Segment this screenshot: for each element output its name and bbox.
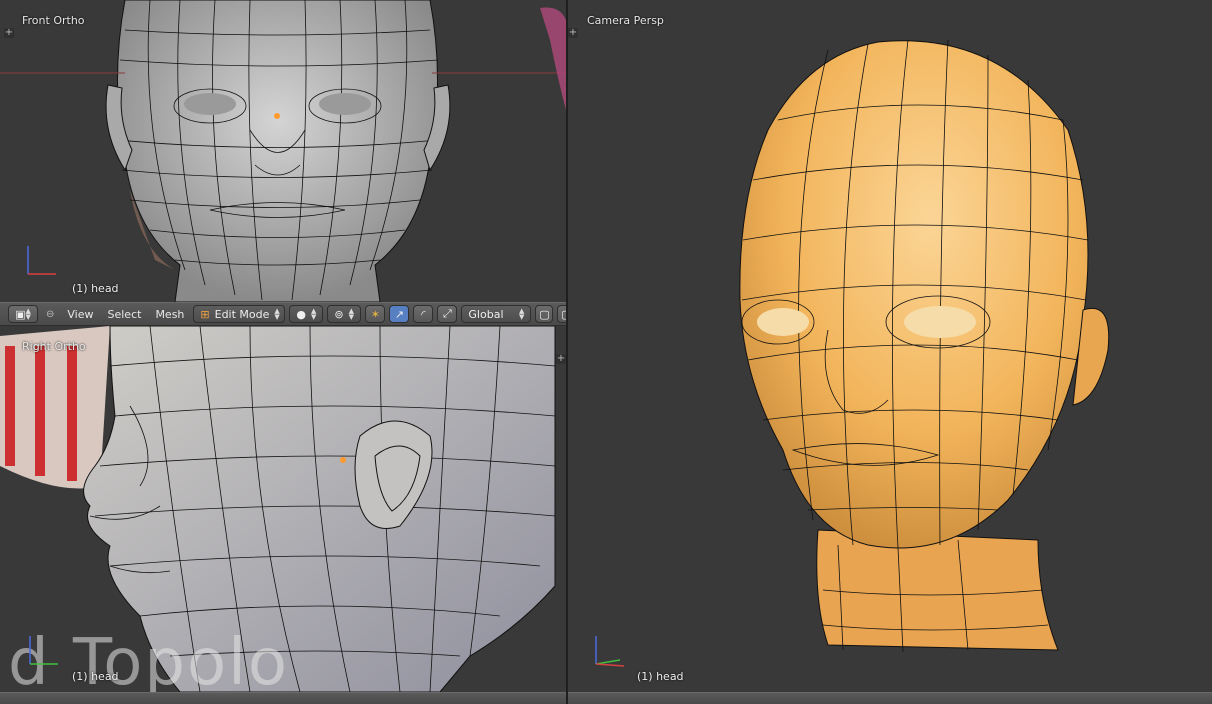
layer-icon[interactable]: ▢: [535, 305, 554, 323]
viewport-front-ortho[interactable]: Front Ortho + (1) head: [0, 0, 566, 302]
viewport-right-ortho[interactable]: Right Ortho + d Topolo (1) head: [0, 326, 566, 692]
viewport-header-front: ▣ ▲ ▼ ⊖ View Select Mesh ⊞ Edit Mode ▲ ▼ ● ▲…: [0, 302, 566, 326]
pivot-icon: ⊚: [334, 307, 344, 321]
viewport-shading-select[interactable]: ● ▲ ▼: [289, 305, 324, 323]
menu-select[interactable]: Select: [103, 308, 147, 321]
object-label: (1) head: [72, 282, 119, 295]
rotate-icon[interactable]: ◜: [413, 305, 434, 323]
mode-select[interactable]: ⊞ Edit Mode ▲ ▼: [193, 305, 286, 323]
editor-type-button[interactable]: ▣ ▲ ▼: [8, 305, 38, 323]
menu-view[interactable]: View: [62, 308, 98, 321]
translate-arrow-icon[interactable]: ↗: [389, 305, 410, 323]
viewport-label: Front Ortho: [22, 14, 85, 27]
axis-gizmo: [27, 246, 56, 275]
viewport-label: Right Ortho: [22, 340, 86, 353]
viewport-header-right-ortho: [0, 692, 566, 704]
cube-editor-icon: ▣: [15, 307, 26, 321]
viewport-label: Camera Persp: [587, 14, 664, 27]
object-label: (1) head: [637, 670, 684, 683]
viewport-camera-persp[interactable]: Camera Persp + (1) head: [568, 0, 1212, 692]
shading-sphere-icon: ●: [296, 307, 307, 321]
manipulator-axis-icon[interactable]: ✶: [365, 305, 386, 323]
menu-mesh[interactable]: Mesh: [150, 308, 189, 321]
orientation-select[interactable]: Global ▲ ▼: [461, 305, 532, 323]
axis-gizmo: [29, 636, 58, 665]
pivot-select[interactable]: ⊚ ▲ ▼: [327, 305, 362, 323]
object-label: (1) head: [72, 670, 119, 683]
mode-icon: ⊞: [200, 307, 210, 321]
collapse-icon[interactable]: ⊖: [42, 309, 58, 320]
axis-gizmo: [595, 636, 625, 667]
camera-head-mesh: [739, 39, 1110, 653]
plus-icon[interactable]: +: [4, 28, 14, 38]
plus-icon[interactable]: +: [556, 354, 566, 364]
scale-icon[interactable]: ⤢: [437, 305, 458, 323]
layer-icon[interactable]: ▢: [557, 305, 566, 323]
front-head-mesh: [0, 0, 566, 302]
viewport-header-camera: [568, 692, 1212, 704]
plus-icon[interactable]: +: [568, 28, 578, 38]
